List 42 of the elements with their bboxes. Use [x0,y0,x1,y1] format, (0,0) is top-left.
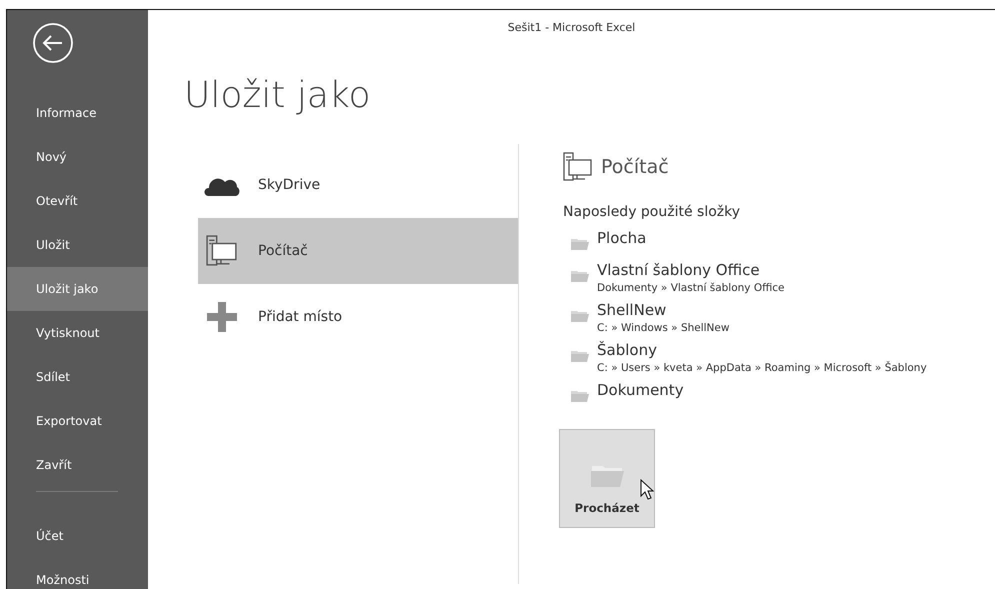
place-item[interactable]: Počítač [198,218,518,284]
window-title: Sešit1 - Microsoft Excel [506,20,636,36]
folder-path: C: » Users » kveta » AppData » Roaming » Microsoft » Šablony [597,361,927,375]
sidebar-item[interactable]: Vytisknout [7,311,148,355]
sidebar-item[interactable]: Sdílet [7,355,148,399]
sidebar-item[interactable]: Uložit jako [7,267,148,311]
folder-item[interactable]: ShellNew C: » Windows » ShellNew [563,299,730,335]
folder-icon [571,388,589,403]
sidebar-item[interactable]: Otevřít [7,179,148,223]
folder-name: ShellNew [597,300,668,321]
sidebar-item[interactable]: Nový [7,135,148,179]
place-item[interactable]: Přidat místo [198,284,518,350]
folder-icon [571,236,589,251]
folder-item[interactable]: Plocha [563,227,646,255]
sidebar-item[interactable]: Zavřít [7,443,148,487]
section-heading: Naposledy použité složky [563,203,742,222]
folder-item[interactable]: Dokumenty [563,379,684,407]
folder-name: Dokumenty [597,380,684,401]
folder-name: Vlastní šablony Office [597,260,761,281]
sidebar-item[interactable]: Uložit [7,223,148,267]
folder-icon [571,308,589,323]
folder-icon [571,348,589,363]
folder-icon [571,268,589,283]
place-item[interactable]: SkyDrive [198,152,518,218]
sidebar-item[interactable]: Účet [7,514,148,558]
computer-icon [563,152,593,182]
sidebar-item[interactable]: Informace [7,91,148,135]
folder-name: Šablony [597,340,658,361]
sidebar-item[interactable]: Exportovat [7,399,148,443]
sidebar-item[interactable]: Možnosti [7,558,148,589]
plus-icon [207,302,237,332]
computer-icon [206,235,238,267]
back-button[interactable] [32,22,74,64]
page-title: Uložit jako [184,78,372,114]
detail-title: Počítač [601,154,669,180]
folder-name: Plocha [597,228,646,249]
folder-item[interactable]: Vlastní šablony Office Dokumenty » Vlastní šablony Office [563,259,784,295]
folder-path: C: » Windows » ShellNew [597,321,730,335]
folder-path: Dokumenty » Vlastní šablony Office [597,281,784,295]
mouse-cursor-icon [640,479,654,501]
folder-item[interactable]: Šablony C: » Users » kveta » AppData » Roaming » Microsoft » Šablony [563,339,927,375]
browse-button[interactable]: Procházet [559,429,655,528]
